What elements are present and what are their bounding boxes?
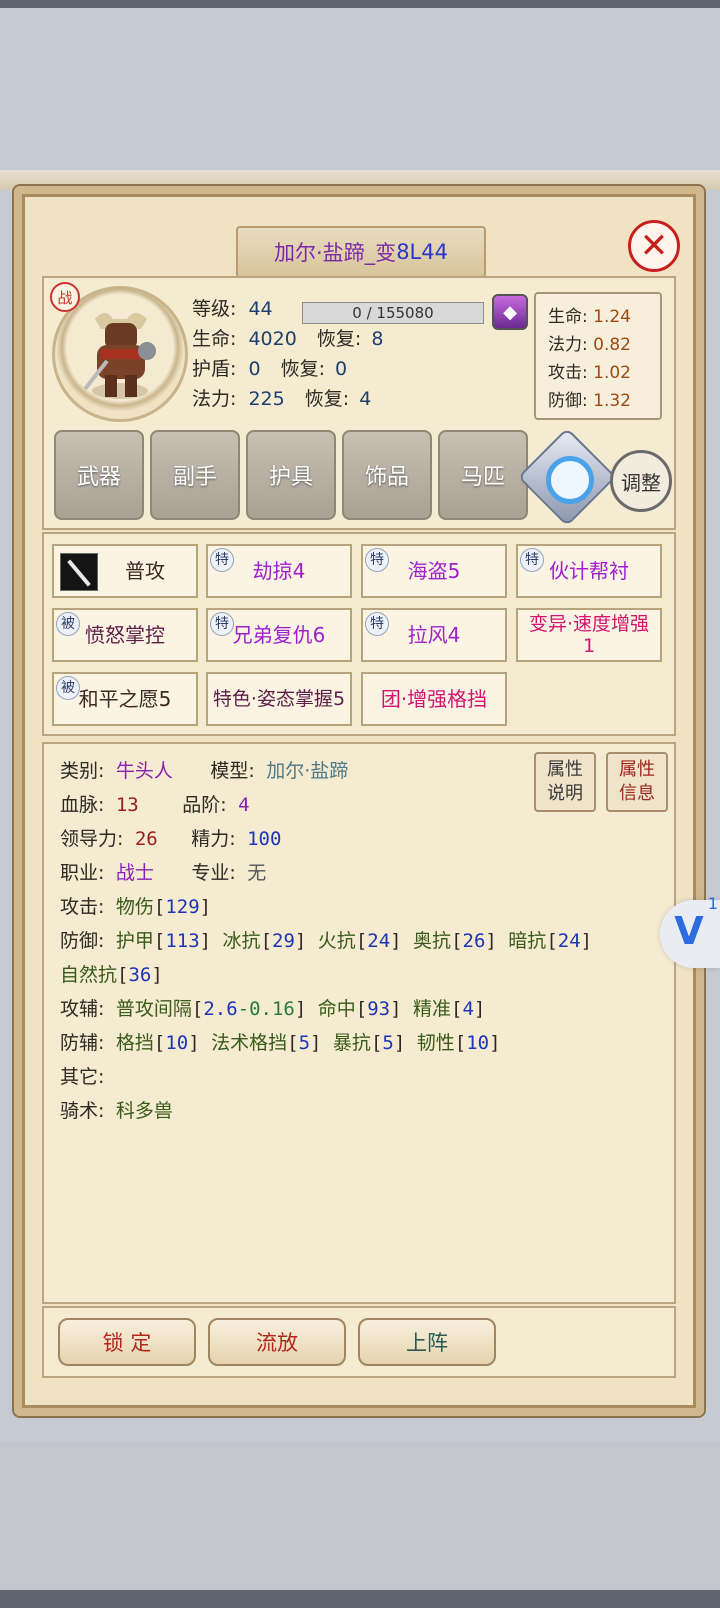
equip-slot-mount[interactable]: 马匹: [438, 430, 528, 520]
skill-normal-attack[interactable]: 普攻: [52, 544, 198, 598]
release-button[interactable]: 流放: [208, 1318, 346, 1366]
medal-core: [546, 456, 594, 504]
deploy-button[interactable]: 上阵: [358, 1318, 496, 1366]
hp-row: 生命: 4020 恢复: 8: [192, 328, 384, 350]
class-badge: 战: [50, 282, 80, 312]
exp-bar: 0 / 155080: [302, 302, 484, 324]
attr-info-button[interactable]: 属性 信息: [606, 752, 668, 812]
sword-icon: [60, 553, 98, 591]
attr-riding-row: 骑术: 科多兽: [60, 1100, 173, 1122]
skill-slot[interactable]: 特 海盗5: [361, 544, 507, 598]
close-icon: ✕: [639, 226, 669, 266]
skill-slot[interactable]: 特 伙计帮衬: [516, 544, 662, 598]
skill-slot[interactable]: 特 拉风4: [361, 608, 507, 662]
gift-icon[interactable]: ◆: [492, 294, 528, 330]
notification-count: 1: [707, 894, 718, 913]
v-logo-icon: V: [674, 909, 704, 953]
attr-leadership-row: 领导力: 26 精力: 100: [60, 828, 282, 850]
growth-box: 生命: 1.24 法力: 0.82 攻击: 1.02 防御: 1.32: [534, 292, 662, 420]
hero-name-plate: 加尔·盐蹄_变 8L44: [236, 226, 486, 278]
skill-slot[interactable]: 变异·速度增强1: [516, 608, 662, 662]
attr-atk-aux-row: 攻辅: 普攻间隔[2.6-0.16] 命中[93] 精准[4]: [60, 998, 486, 1020]
skill-slot[interactable]: 特 兄弟复仇6: [206, 608, 352, 662]
attr-bloodline-row: 血脉: 13 品阶: 4: [60, 794, 250, 816]
attr-defense-row: 防御: 护甲[113] 冰抗[29] 火抗[24] 奥抗[26] 暗抗[24]: [60, 930, 593, 952]
skill-slot[interactable]: 被 和平之愿5: [52, 672, 198, 726]
attr-other-row: 其它:: [60, 1066, 105, 1088]
attr-job-row: 职业: 战士 专业: 无: [60, 862, 267, 884]
nav-bar: [0, 1590, 720, 1608]
exp-text: 0 / 155080: [352, 304, 434, 322]
level-value: 44: [248, 298, 273, 320]
shield-row: 护盾: 0 恢复: 0: [192, 358, 348, 380]
status-bar: [0, 0, 720, 8]
floating-assistant-button[interactable]: V 1: [660, 894, 720, 968]
lock-button[interactable]: 锁 定: [58, 1318, 196, 1366]
attr-description-button[interactable]: 属性 说明: [534, 752, 596, 812]
level-row: 等级: 44: [192, 298, 273, 320]
backdrop: [0, 1442, 720, 1590]
attr-nature-row: 自然抗[36]: [60, 964, 163, 986]
skill-slot[interactable]: 团·增强格挡: [361, 672, 507, 726]
equip-slot-offhand[interactable]: 副手: [150, 430, 240, 520]
equip-slot-armor[interactable]: 护具: [246, 430, 336, 520]
skill-slot[interactable]: 特色·姿态掌握5: [206, 672, 352, 726]
skill-slot[interactable]: 被 愤怒掌控: [52, 608, 198, 662]
equip-slot-accessory[interactable]: 饰品: [342, 430, 432, 520]
equip-slot-weapon[interactable]: 武器: [54, 430, 144, 520]
attr-category-row: 类别: 牛头人 模型: 加尔·盐蹄: [60, 760, 349, 782]
hero-name: 加尔·盐蹄_变: [274, 241, 397, 265]
close-button[interactable]: ✕: [628, 220, 680, 272]
skill-slot[interactable]: 特 劫掠4: [206, 544, 352, 598]
adjust-button[interactable]: 调整: [610, 450, 672, 512]
hero-name-suffix: 8L44: [396, 240, 448, 264]
attr-def-aux-row: 防辅: 格挡[10] 法术格挡[5] 暴抗[5] 韧性[10]: [60, 1032, 501, 1054]
mp-row: 法力: 225 恢复: 4: [192, 388, 372, 410]
attr-attack-row: 攻击: 物伤[129]: [60, 896, 212, 918]
